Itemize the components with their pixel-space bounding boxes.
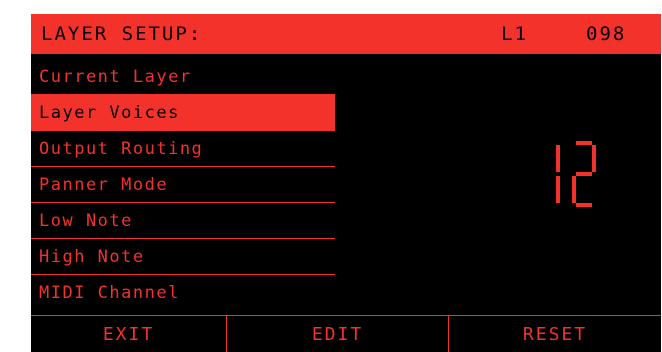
menu-item-label: Low Note	[39, 211, 133, 231]
menu-item-current-layer[interactable]: Current Layer	[31, 59, 335, 95]
layer-indicator: L1	[501, 23, 528, 45]
segment-g	[576, 172, 592, 176]
menu-item-layer-voices[interactable]: Layer Voices	[31, 95, 335, 131]
parameter-menu: Current Layer Layer Voices Output Routin…	[31, 59, 335, 311]
seven-segment-digit	[556, 145, 560, 203]
segment-e	[572, 176, 576, 203]
menu-item-panner-mode[interactable]: Panner Mode	[31, 167, 335, 203]
softkey-bar: EXIT EDIT RESET	[31, 315, 661, 352]
lcd-screen: LAYER SETUP: L1 098 Current Layer Layer …	[31, 14, 661, 352]
preset-number: 098	[586, 23, 627, 45]
menu-item-high-note[interactable]: High Note	[31, 239, 335, 275]
seven-segment-readout	[556, 141, 596, 207]
exit-button[interactable]: EXIT	[31, 316, 227, 352]
segment-b	[592, 145, 596, 172]
seven-segment-digit	[572, 141, 596, 207]
menu-item-label: Layer Voices	[39, 103, 180, 123]
header-bar: LAYER SETUP: L1 098	[31, 14, 661, 54]
menu-item-label: Current Layer	[39, 67, 192, 87]
page-title: LAYER SETUP:	[41, 23, 203, 45]
edit-button[interactable]: EDIT	[227, 316, 449, 352]
segment-d	[576, 203, 592, 207]
segment-b	[556, 145, 560, 172]
menu-item-label: High Note	[39, 247, 145, 267]
menu-item-label: Output Routing	[39, 139, 204, 159]
menu-item-output-routing[interactable]: Output Routing	[31, 131, 335, 167]
menu-item-midi-channel[interactable]: MIDI Channel	[31, 275, 335, 311]
segment-a	[576, 141, 592, 145]
segment-c	[556, 176, 560, 203]
reset-button[interactable]: RESET	[449, 316, 661, 352]
menu-item-low-note[interactable]: Low Note	[31, 203, 335, 239]
parameter-value-display	[536, 141, 596, 207]
menu-item-label: MIDI Channel	[39, 283, 180, 303]
menu-item-label: Panner Mode	[39, 175, 169, 195]
